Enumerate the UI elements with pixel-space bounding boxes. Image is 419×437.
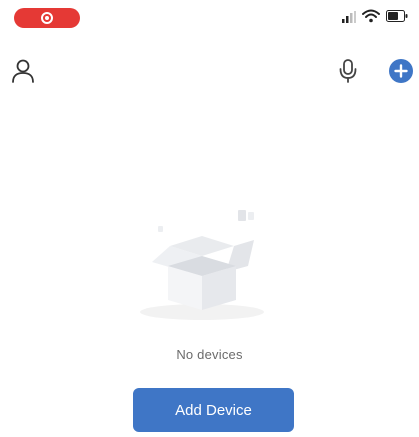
header-bar [0,52,419,92]
profile-icon[interactable] [11,58,35,84]
screen-recording-icon[interactable] [14,8,80,28]
status-bar [0,0,419,40]
empty-box-illustration [140,210,264,320]
empty-state-message: No devices [176,347,243,362]
add-device-button[interactable]: Add Device [133,388,294,432]
battery-icon [386,10,408,22]
record-dot [41,12,53,24]
add-circle-icon[interactable] [389,59,413,83]
microphone-icon[interactable] [337,58,359,84]
cellular-signal-icon [342,11,356,23]
wifi-icon [362,9,380,23]
